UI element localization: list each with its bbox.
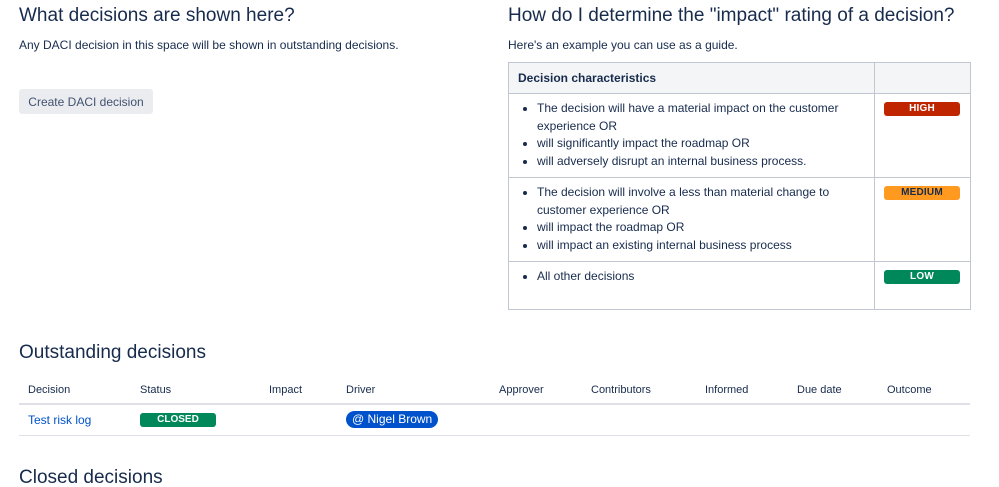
table-row: Test risk log CLOSED @ Nigel Brown (19, 404, 970, 436)
column-header-due-date[interactable]: Due date (788, 376, 878, 405)
impact-row-high: The decision will have a material impact… (508, 93, 971, 178)
status-badge: CLOSED (140, 412, 216, 427)
impact-cell (260, 404, 337, 436)
column-header-approver[interactable]: Approver (490, 376, 582, 405)
list-item: All other decisions (518, 268, 865, 286)
driver-mention[interactable]: @ Nigel Brown (346, 411, 439, 429)
high-characteristics-list: The decision will have a material impact… (518, 100, 865, 170)
list-item: will impact the roadmap OR (518, 219, 865, 237)
list-item: The decision will have a material impact… (518, 100, 865, 135)
informed-cell (696, 404, 788, 436)
due-date-cell (788, 404, 878, 436)
list-item: The decision will involve a less than ma… (518, 184, 865, 219)
outcome-cell (878, 404, 970, 436)
column-header-driver[interactable]: Driver (337, 376, 490, 405)
decision-link[interactable]: Test risk log (28, 413, 91, 427)
approver-cell (490, 404, 582, 436)
outstanding-decisions-heading: Outstanding decisions (19, 342, 206, 363)
list-item: will impact an existing internal busines… (518, 237, 865, 255)
impact-rating-description: Here's an example you can use as a guide… (508, 38, 738, 52)
impact-guide-table: Decision characteristics The decision wi… (508, 62, 971, 310)
column-header-status[interactable]: Status (131, 376, 260, 405)
impact-row-low: All other decisions LOW (508, 261, 971, 310)
low-lozenge: LOW (884, 270, 960, 284)
what-decisions-heading: What decisions are shown here? (19, 5, 295, 26)
medium-lozenge: MEDIUM (884, 186, 960, 200)
column-header-outcome[interactable]: Outcome (878, 376, 970, 405)
column-header-impact[interactable]: Impact (260, 376, 337, 405)
low-characteristics-list: All other decisions (518, 268, 865, 286)
column-header-informed[interactable]: Informed (696, 376, 788, 405)
column-header-contributors[interactable]: Contributors (582, 376, 696, 405)
create-daci-decision-button[interactable]: Create DACI decision (19, 89, 153, 114)
closed-decisions-heading: Closed decisions (19, 467, 163, 487)
decision-characteristics-header: Decision characteristics (508, 62, 875, 94)
contributors-cell (582, 404, 696, 436)
what-decisions-description: Any DACI decision in this space will be … (19, 38, 399, 52)
rating-header-cell (874, 62, 971, 94)
list-item: will adversely disrupt an internal busin… (518, 153, 865, 171)
column-header-decision[interactable]: Decision (19, 376, 131, 405)
list-item: will significantly impact the roadmap OR (518, 135, 865, 153)
impact-rating-heading: How do I determine the "impact" rating o… (508, 5, 955, 26)
impact-row-medium: The decision will involve a less than ma… (508, 177, 971, 262)
high-lozenge: HIGH (884, 102, 960, 116)
medium-characteristics-list: The decision will involve a less than ma… (518, 184, 865, 254)
outstanding-decisions-table: Decision Status Impact Driver Approver C… (19, 376, 970, 436)
